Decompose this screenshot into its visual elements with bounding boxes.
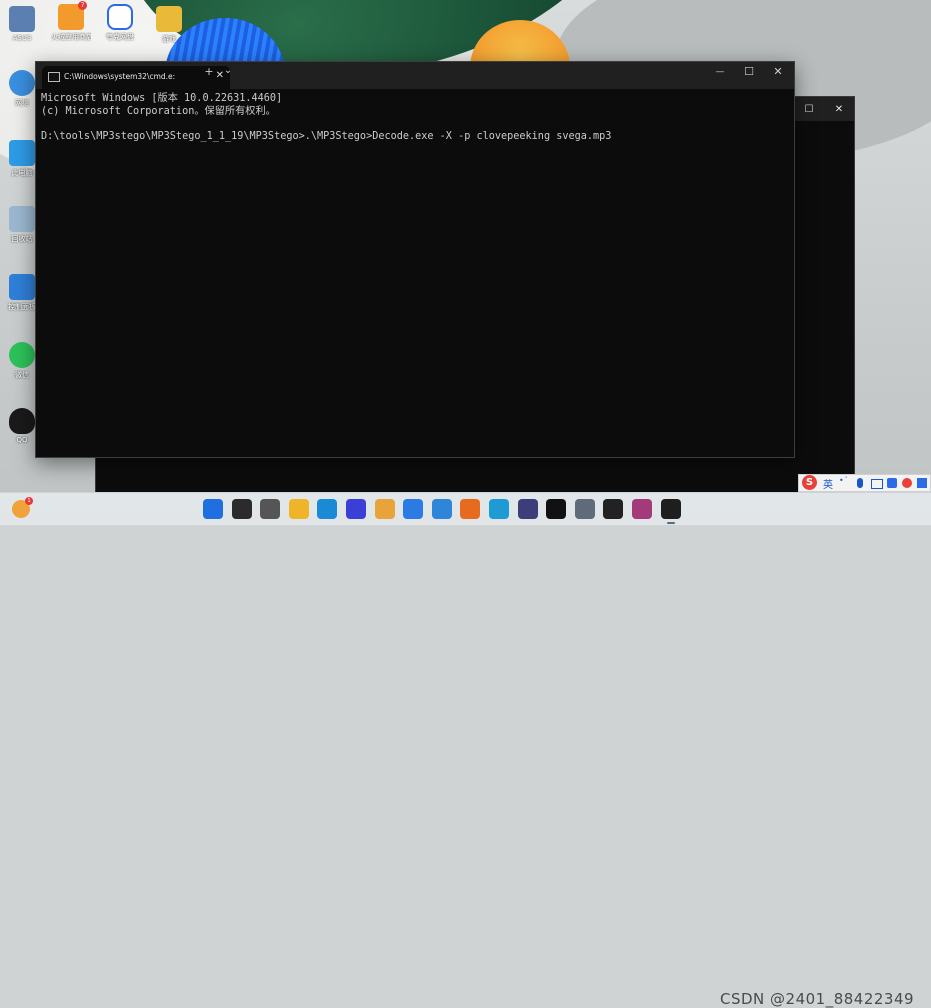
taskbar-terminal-icon[interactable] <box>661 499 681 524</box>
taskbar-qr-app-icon[interactable] <box>518 499 538 519</box>
watermark-text: CSDN @2401_88422349 <box>720 990 915 1008</box>
console-command-line: D:\tools\MP3stego\MP3Stego_1_1_19\MP3Ste… <box>41 130 612 142</box>
taskbar: 1 CSDN @2401_88422349 <box>0 492 931 1008</box>
keyboard-icon[interactable] <box>871 479 883 489</box>
taskbar-box-app-icon[interactable] <box>489 499 509 519</box>
desktop-icon-label: 游戏 <box>162 35 176 43</box>
microphone-icon[interactable] <box>857 478 863 488</box>
cloud-icon <box>107 4 133 30</box>
tab-title: C:\Windows\system32\cmd.e: <box>64 72 176 81</box>
ime-punctuation[interactable]: •ˊ <box>839 476 848 485</box>
desktop-icon-label: 夸克网盘 <box>106 33 134 41</box>
desktop: ASUS 7 火绒应用商店 夸克网盘 游戏 网络 此电脑 回收站 控制面板 微信… <box>0 0 931 524</box>
sogou-logo-icon[interactable]: S <box>802 475 817 490</box>
taskbar-typora-icon[interactable] <box>603 499 623 519</box>
terminal-window[interactable]: C:\Windows\system32\cmd.e: ✕ + ⌄ — ☐ ✕ M… <box>35 61 795 458</box>
recycle-bin-icon <box>9 206 35 232</box>
desktop-icon-quark-drive[interactable]: 夸克网盘 <box>100 4 140 42</box>
ime-language[interactable]: 英 <box>823 476 833 491</box>
console-line: (c) Microsoft Corporation。保留所有权利。 <box>41 105 276 117</box>
new-tab-button[interactable]: + <box>200 65 218 78</box>
desktop-icon-label: 火绒应用商店 <box>51 33 91 41</box>
taskbar-settings-icon[interactable] <box>575 499 595 519</box>
widgets-icon[interactable]: 1 <box>12 497 33 518</box>
taskbar-store-icon[interactable] <box>375 499 395 519</box>
control-panel-icon <box>9 274 35 300</box>
close-button[interactable]: ✕ <box>769 65 787 78</box>
taskbar-edge-icon[interactable] <box>317 499 337 519</box>
store-bag-icon: 7 <box>58 1 87 30</box>
console-line: Microsoft Windows [版本 10.0.22631.4460] <box>41 93 283 104</box>
taskbar-pen-app-icon[interactable] <box>346 499 366 519</box>
desktop-icon-asus[interactable]: ASUS <box>2 6 42 42</box>
ime-toolbar[interactable]: S 英 •ˊ <box>798 474 931 492</box>
taskbar-bird-app-icon[interactable] <box>432 499 452 519</box>
app-badge: 7 <box>78 1 87 10</box>
desktop-icon-games[interactable]: 游戏 <box>149 6 189 44</box>
taskbar-burp-app-icon[interactable] <box>546 499 566 519</box>
grid-icon[interactable] <box>917 478 927 488</box>
window-titlebar[interactable]: C:\Windows\system32\cmd.e: ✕ + ⌄ — ☐ ✕ <box>36 62 794 89</box>
wechat-icon <box>9 342 35 368</box>
tools-icon[interactable] <box>887 478 897 488</box>
cmd-icon <box>48 72 60 82</box>
taskbar-winrar-icon[interactable] <box>632 499 652 519</box>
taskbar-task-view-icon[interactable] <box>260 499 280 519</box>
folder-icon <box>9 6 35 32</box>
taskbar-firefox-icon[interactable] <box>460 499 480 519</box>
minimize-button[interactable]: — <box>711 67 729 77</box>
maximize-icon[interactable]: ☐ <box>794 97 824 121</box>
globe-icon <box>9 70 35 96</box>
maximize-button[interactable]: ☐ <box>740 65 758 78</box>
folder-icon <box>156 6 182 32</box>
tab-dropdown-button[interactable]: ⌄ <box>219 65 237 76</box>
console-output[interactable]: Microsoft Windows [版本 10.0.22631.4460] (… <box>41 93 788 451</box>
skin-icon[interactable] <box>902 478 912 488</box>
notification-badge: 1 <box>25 497 33 505</box>
desktop-icon-label: ASUS <box>12 34 32 42</box>
taskbar-start-icon[interactable] <box>203 499 223 519</box>
desktop-icon-huorong-store[interactable]: 7 火绒应用商店 <box>51 1 91 42</box>
monitor-icon <box>9 140 35 166</box>
penguin-icon <box>9 408 35 434</box>
taskbar-app-a-icon[interactable] <box>403 499 423 519</box>
close-icon[interactable]: ✕ <box>824 97 854 121</box>
taskbar-search-icon[interactable] <box>232 499 252 519</box>
taskbar-file-explorer-icon[interactable] <box>289 499 309 519</box>
